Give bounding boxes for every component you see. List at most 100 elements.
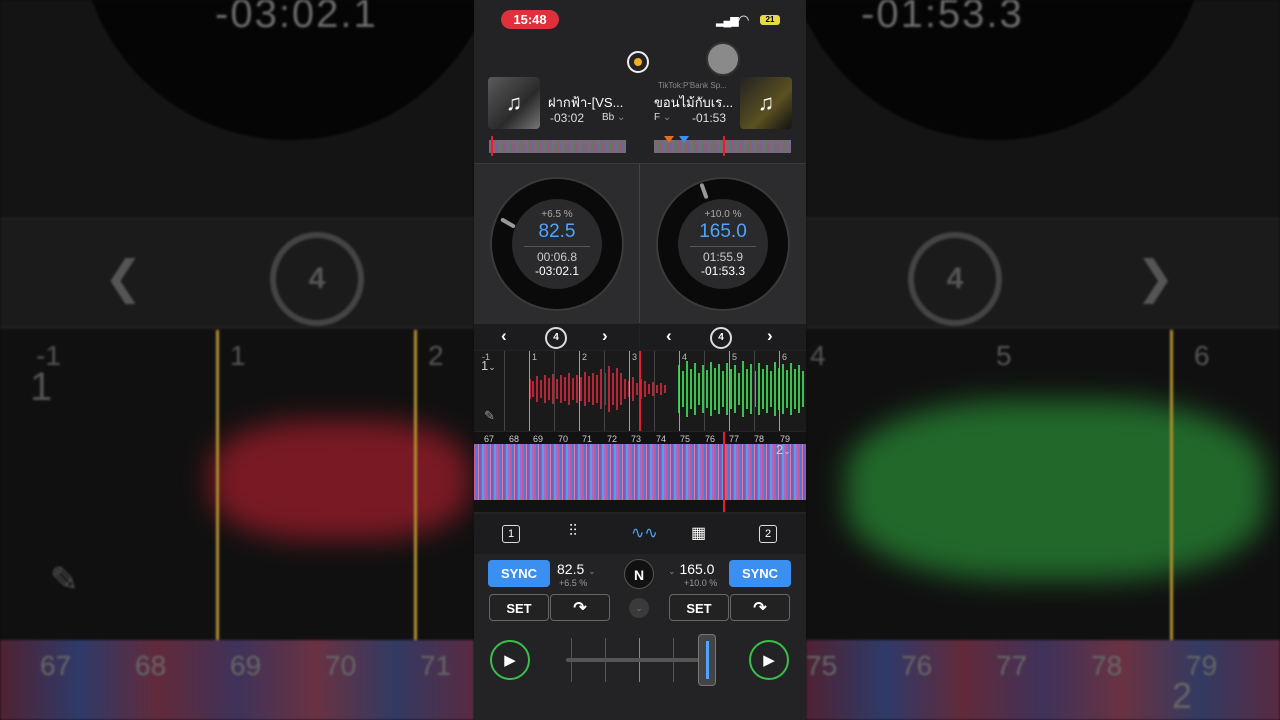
deck-a-key-value: Bb <box>602 112 615 123</box>
deck-a-loop-double-chevron-right-icon[interactable]: › <box>602 326 608 346</box>
deck-a-cue-arrow-icon[interactable]: ↷ <box>550 594 610 621</box>
crossfader-track[interactable] <box>566 658 706 662</box>
deck-b-bpm-value: 165.0 <box>679 561 715 577</box>
wifi-icon: ◠ <box>738 12 750 27</box>
deck-b-pitch-percent: +10.0 % <box>704 209 742 220</box>
sync-mode-n-button[interactable]: N <box>624 559 654 589</box>
deck-b-bpm-display[interactable]: ⌄ 165.0 <box>668 561 714 577</box>
deck-a-loop-halve-chevron-left-icon[interactable]: ‹ <box>501 326 507 346</box>
bg-wave-blob <box>846 400 1266 580</box>
beat-grid-line <box>654 351 655 431</box>
deck-b-loop-halve-chevron-left-icon[interactable]: ‹ <box>666 326 672 346</box>
status-bar: 15:48 ▂▄▆ ◠ 21 <box>474 0 806 36</box>
deck-a-overview-waveform[interactable] <box>489 140 626 153</box>
crossfader-knob[interactable] <box>698 634 716 686</box>
deck-b-elapsed: 01:55.9 <box>702 250 744 264</box>
background-right: -01:53.3 4 ❯ 4 5 6 75 76 77 78 79 2 <box>806 0 1280 720</box>
deck-b-key[interactable]: F ⌄ <box>654 112 671 123</box>
bg-wave-blob <box>210 420 470 540</box>
bg-beat-label: 6 <box>1194 340 1210 371</box>
deck-b-pitch-small: +10.0 % <box>684 578 718 588</box>
bg-beat-label: 4 <box>810 340 826 371</box>
bg-gold-line <box>216 330 219 640</box>
deck-a-remaining: -03:02.1 <box>534 264 580 278</box>
bg-bar-number: 67 <box>40 650 72 681</box>
deck-b-label[interactable]: 2⌄ <box>776 442 791 457</box>
bar-number: 73 <box>631 434 642 444</box>
bar-number: 76 <box>705 434 716 444</box>
assistive-touch-icon[interactable] <box>706 42 740 76</box>
chevron-down-icon: ⌄ <box>783 446 791 456</box>
bg-pencil-icon: ✎ <box>50 561 79 599</box>
divider <box>690 246 756 247</box>
deck-a-time-remaining: -03:02 <box>550 111 585 125</box>
beat-number: 3 <box>632 352 638 362</box>
deck-a-loop-icon[interactable]: 4 <box>545 327 567 349</box>
beat-grid-line <box>504 351 505 431</box>
bg-time-left: -03:02.1 <box>215 0 378 36</box>
collapse-chevron-icon[interactable]: ⌄ <box>629 598 649 618</box>
deck-b-platter[interactable]: +10.0 % 165.0 01:55.9 -01:53.3 <box>656 177 790 311</box>
deck-a-playhead-line <box>639 351 641 431</box>
deck-b-bpm: 165.0 <box>699 221 747 242</box>
deck-a-bpm-value: 82.5 <box>557 561 585 577</box>
deck-a-set-button[interactable]: SET <box>489 594 549 621</box>
bg-bar-number: 70 <box>325 650 357 681</box>
deck-a-platter[interactable]: +6.5 % 82.5 00:06.8 -03:02.1 <box>490 177 624 311</box>
beat-grid-line <box>779 351 780 431</box>
bg-loop-band-left <box>0 218 474 328</box>
bg-loop-icon: 4 <box>270 232 364 326</box>
deck-b-artist: TikTok:P'Bank Sp... <box>658 81 727 90</box>
bg-beat-label: 2 <box>428 340 444 371</box>
platter-position-marker <box>699 182 709 200</box>
deck-a-playhead <box>491 136 493 156</box>
deck-b-platter-center: +10.0 % 165.0 01:55.9 -01:53.3 <box>678 199 768 289</box>
deck-b-loop-icon[interactable]: 4 <box>710 327 732 349</box>
chevron-down-icon: ⌄ <box>617 112 626 123</box>
deck-b-zoomed-waveform[interactable] <box>474 432 806 512</box>
music-note-icon: ♫ <box>505 90 523 115</box>
pads-grid-icon[interactable]: ▦ <box>691 523 706 543</box>
waveform-icon[interactable]: ∿∿ <box>631 523 658 543</box>
deck-a-artwork[interactable]: ♫ <box>488 77 540 129</box>
bg-bar-number: 78 <box>1091 650 1123 681</box>
signal-icon: ▂▄▆ <box>716 15 739 27</box>
chevron-down-icon: ⌄ <box>668 566 676 576</box>
record-icon[interactable] <box>627 51 649 73</box>
tab-deck-2[interactable]: 2 <box>759 525 777 543</box>
bg-gold-line <box>414 330 417 640</box>
divider <box>524 246 590 247</box>
deck-a-elapsed: 00:06.8 <box>536 250 578 264</box>
bg-bar-number: 76 <box>901 650 933 681</box>
bg-loop-icon: 4 <box>908 232 1002 326</box>
tab-deck-1[interactable]: 1 <box>502 525 520 543</box>
music-note-icon: ♫ <box>757 90 775 115</box>
beat-grid-line <box>604 351 605 431</box>
deck-b-artwork[interactable]: ♫ <box>740 77 792 129</box>
bar-number: 77 <box>729 434 740 444</box>
deck-b-remaining: -01:53.3 <box>700 264 746 278</box>
beat-grid-line <box>529 351 530 431</box>
deck-b-title: ขอนไม้กับเร... <box>654 95 734 110</box>
deck-b-playhead-line <box>723 432 725 512</box>
deck-a-play-button[interactable]: ▶ <box>490 640 530 680</box>
deck-b-sync-button[interactable]: SYNC <box>729 560 791 587</box>
bg-beat-label: 5 <box>996 340 1012 371</box>
mixer-icon[interactable]: ⫶⫶ <box>569 523 577 541</box>
beat-number: 2 <box>582 352 588 362</box>
bar-number: 69 <box>533 434 544 444</box>
deck-a-key[interactable]: Bb ⌄ <box>602 112 625 123</box>
deck-a-sync-button[interactable]: SYNC <box>488 560 550 587</box>
bg-bar-number: 75 <box>806 650 838 681</box>
pencil-icon[interactable]: ✎ <box>484 408 495 424</box>
deck-a-label[interactable]: 1⌄ <box>481 358 496 373</box>
bg-time-right: -01:53.3 <box>861 0 1024 36</box>
bar-number: 78 <box>754 434 765 444</box>
deck-b-cue-arrow-icon[interactable]: ↷ <box>730 594 790 621</box>
bar-number: 68 <box>509 434 520 444</box>
bg-bar-number: 68 <box>135 650 167 681</box>
deck-a-bpm-display[interactable]: 82.5 ⌄ <box>557 561 596 577</box>
deck-b-loop-double-chevron-right-icon[interactable]: › <box>767 326 773 346</box>
deck-b-set-button[interactable]: SET <box>669 594 729 621</box>
deck-b-play-button[interactable]: ▶ <box>749 640 789 680</box>
